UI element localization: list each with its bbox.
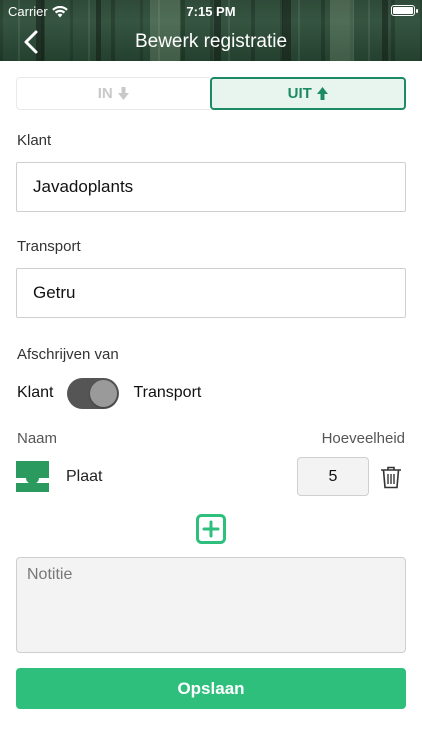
clock: 7:15 PM (186, 4, 236, 19)
list-item: Plaat 5 (16, 457, 406, 497)
quantity-field[interactable]: 5 (297, 457, 369, 496)
write-off-toggle-row: Klant Transport (17, 377, 201, 409)
item-name: Plaat (66, 468, 103, 485)
status-bar: Carrier 7:15 PM (0, 0, 422, 22)
trash-icon[interactable] (380, 465, 402, 489)
notes-placeholder: Notitie (27, 566, 73, 583)
battery-icon (391, 5, 418, 16)
arrow-down-icon (117, 87, 129, 100)
write-off-option-client: Klant (17, 384, 54, 401)
page-title: Bewerk registratie (134, 31, 288, 52)
segment-in-label: IN (97, 85, 113, 102)
header: Carrier 7:15 PM Bewerk registratie (0, 0, 422, 61)
notes-field[interactable]: Notitie (16, 557, 406, 653)
add-item-button[interactable] (196, 514, 226, 544)
save-button[interactable]: Opslaan (16, 668, 406, 709)
transport-label: Transport (17, 238, 81, 255)
arrow-up-icon (316, 87, 328, 100)
segment-out-label: UIT (287, 85, 312, 102)
client-field[interactable]: Javadoplants (16, 162, 406, 212)
write-off-option-transport: Transport (133, 384, 202, 401)
write-off-label: Afschrijven van (17, 346, 119, 363)
segment-out[interactable]: UIT (209, 77, 406, 110)
segment-in[interactable]: IN (16, 77, 210, 110)
plate-icon (16, 461, 49, 492)
transport-field[interactable]: Getru (16, 268, 406, 318)
switch-knob (90, 379, 118, 407)
write-off-switch[interactable] (67, 377, 120, 409)
name-column-header: Naam (17, 430, 58, 447)
quantity-column-header: Hoeveelheid (321, 430, 405, 447)
client-label: Klant (17, 132, 52, 149)
direction-segmented-control: IN UIT (16, 77, 406, 110)
